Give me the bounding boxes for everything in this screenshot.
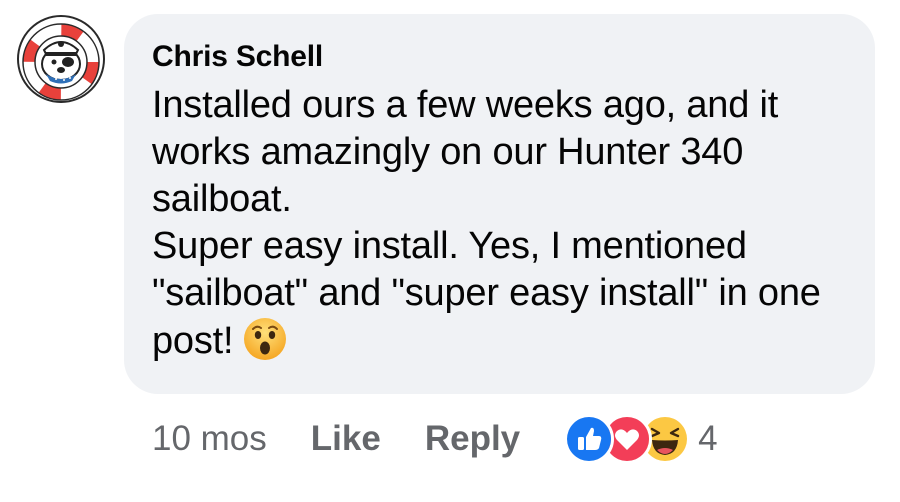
like-button[interactable]: Like [311, 419, 381, 459]
lifebuoy-dog-avatar-icon [16, 14, 106, 104]
comment-text: Installed ours a few weeks ago, and it w… [152, 82, 852, 365]
avatar[interactable] [16, 14, 106, 104]
comment-bubble: Chris Schell Installed ours a few weeks … [124, 14, 875, 394]
comment-actions: 10 mos Like Reply 4 [152, 414, 718, 464]
reply-button[interactable]: Reply [425, 419, 520, 459]
surprised-face-icon [243, 317, 287, 361]
like-reaction-icon [564, 414, 615, 464]
reactions-summary[interactable]: 4 [564, 414, 718, 464]
comment-timestamp[interactable]: 10 mos [152, 419, 267, 459]
comment-line: Installed ours a few weeks ago, and it w… [152, 84, 779, 220]
comment-author[interactable]: Chris Schell [152, 40, 851, 74]
comment-line-with-emoji: Super easy install. Yes, I mentioned "sa… [152, 223, 852, 365]
reaction-count: 4 [698, 419, 718, 458]
